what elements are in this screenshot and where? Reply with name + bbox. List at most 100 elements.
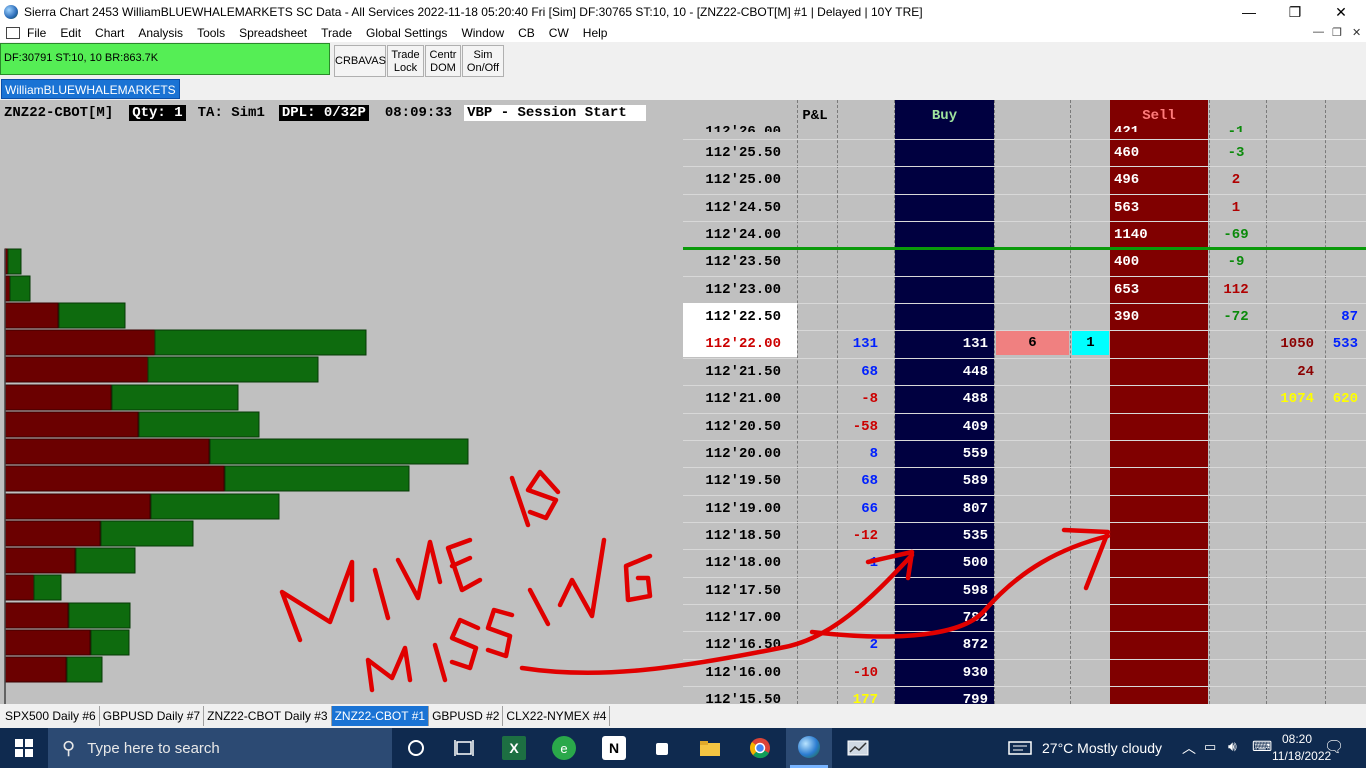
tray-chevron-icon[interactable]: ︿: [1182, 738, 1196, 758]
price-level[interactable]: 112'22.00: [683, 330, 797, 357]
buy-volume: 131: [962, 335, 988, 352]
sierra-chart-task-active[interactable]: [786, 728, 832, 768]
pnl-column-header: P&L: [802, 108, 828, 124]
mdi-minimize-button[interactable]: —: [1313, 26, 1324, 38]
price-level[interactable]: 112'16.00: [683, 659, 797, 686]
title-bar: Sierra Chart 2453 WilliamBLUEWHALEMARKET…: [0, 0, 1366, 24]
restore-button[interactable]: ❐: [1272, 0, 1318, 24]
menu-global-settings[interactable]: Global Settings: [359, 26, 454, 40]
price-level[interactable]: 112'18.00: [683, 549, 797, 576]
price-level[interactable]: 112'20.00: [683, 440, 797, 467]
price-level[interactable]: 112'19.00: [683, 495, 797, 522]
menu-help[interactable]: Help: [576, 26, 615, 40]
order-quantity-cell[interactable]: 1: [1072, 331, 1109, 355]
minimize-button[interactable]: —: [1226, 0, 1272, 24]
column-divider: [1209, 100, 1210, 704]
account-tab[interactable]: WilliamBLUEWHALEMARKETS: [1, 79, 180, 99]
chart-tab-znz22-daily[interactable]: ZNZ22-CBOT Daily #3: [204, 706, 332, 726]
volume-icon[interactable]: 🔊︎: [1228, 738, 1237, 755]
chart-tab-gbpusd-daily[interactable]: GBPUSD Daily #7: [100, 706, 205, 726]
menu-edit[interactable]: Edit: [53, 26, 88, 40]
price-level[interactable]: 112'25.50: [683, 139, 797, 166]
clock-date[interactable]: 11/18/2022: [1272, 749, 1331, 763]
column-divider: [994, 100, 995, 704]
price-level-partial[interactable]: 112'26.00: [683, 114, 797, 132]
evernote-icon[interactable]: e: [552, 736, 576, 760]
taskbar-search-box[interactable]: ⚲ Type here to search: [48, 728, 392, 768]
price-level[interactable]: 112'16.50: [683, 631, 797, 658]
menu-file[interactable]: File: [20, 26, 53, 40]
sim-line2: On/Off: [466, 62, 500, 74]
close-button[interactable]: ✕: [1318, 0, 1364, 24]
menu-cb[interactable]: CB: [511, 26, 542, 40]
buy-column-header[interactable]: Buy: [895, 102, 994, 130]
language-icon[interactable]: ⌨︎: [1252, 738, 1272, 755]
price-level[interactable]: 112'21.50: [683, 358, 797, 385]
price-level[interactable]: 112'23.00: [683, 276, 797, 303]
battery-icon[interactable]: ▭: [1204, 739, 1216, 755]
price-level[interactable]: 112'19.50: [683, 467, 797, 494]
quantity-label[interactable]: Qty: 1: [129, 105, 186, 121]
menu-tools[interactable]: Tools: [190, 26, 232, 40]
cortana-icon[interactable]: [404, 736, 428, 760]
buy-volume: 535: [962, 527, 988, 544]
vbp-buy-bar: [154, 329, 367, 356]
crbavas-button[interactable]: CRBAVAS: [334, 45, 386, 77]
volume-difference: 1: [1231, 199, 1241, 216]
price-level[interactable]: 112'21.00: [683, 385, 797, 412]
mdi-close-button[interactable]: ✕: [1352, 26, 1361, 39]
vbp-sell-bar: [4, 302, 59, 329]
price-level[interactable]: 112'18.50: [683, 522, 797, 549]
chrome-icon[interactable]: [748, 736, 772, 760]
system-menu-icon[interactable]: [6, 27, 20, 39]
price-level[interactable]: 112'15.50: [683, 686, 797, 705]
clock-time[interactable]: 08:20: [1282, 732, 1312, 746]
buy-volume: 782: [962, 609, 988, 626]
menu-window[interactable]: Window: [454, 26, 511, 40]
notifications-icon[interactable]: 🗨︎: [1324, 737, 1344, 757]
vbp-sell-bar: [4, 520, 101, 547]
working-order-cell[interactable]: 6: [996, 331, 1069, 355]
pnl-value: 2: [869, 636, 878, 653]
notion-icon[interactable]: N: [602, 736, 626, 760]
weather-text[interactable]: 27°C Mostly cloudy: [1042, 740, 1162, 756]
trade-lock-button[interactable]: Trade Lock: [387, 45, 424, 77]
menu-trade[interactable]: Trade: [314, 26, 359, 40]
mdi-restore-button[interactable]: ❐: [1332, 26, 1342, 39]
recent-sell-volume: 1050: [1280, 335, 1314, 352]
price-level[interactable]: 112'25.00: [683, 166, 797, 193]
price-level[interactable]: 112'22.50: [683, 303, 797, 330]
pnl-value: 68: [861, 472, 878, 489]
sim-toggle-button[interactable]: Sim On/Off: [462, 45, 504, 77]
app-icon[interactable]: [650, 736, 674, 760]
menu-cw[interactable]: CW: [542, 26, 576, 40]
buy-volume: 488: [962, 390, 988, 407]
chart-tab-spx500-daily[interactable]: SPX500 Daily #6: [2, 706, 100, 726]
menu-spreadsheet[interactable]: Spreadsheet: [232, 26, 314, 40]
menu-analysis[interactable]: Analysis: [131, 26, 190, 40]
price-level[interactable]: 112'24.00: [683, 221, 797, 248]
price-level[interactable]: 112'23.50: [683, 248, 797, 275]
sell-volume-text: 421: [1114, 124, 1140, 132]
windows-start-icon[interactable]: [12, 736, 36, 760]
vbp-buy-bar: [100, 520, 194, 547]
recent-volume: 620: [1332, 390, 1358, 407]
center-dom-button[interactable]: Centr DOM: [425, 45, 461, 77]
chart-tab-clx22-nymex[interactable]: CLX22-NYMEX #4: [503, 706, 611, 726]
chart-tab-gbpusd[interactable]: GBPUSD #2: [429, 706, 504, 726]
column-divider: [894, 100, 895, 704]
file-explorer-icon[interactable]: [698, 736, 722, 760]
excel-icon[interactable]: X: [502, 736, 526, 760]
price-level[interactable]: 112'20.50: [683, 413, 797, 440]
menu-chart[interactable]: Chart: [88, 26, 131, 40]
chart-tab-znz22-active[interactable]: ZNZ22-CBOT #1: [331, 706, 430, 726]
network-app-icon[interactable]: [846, 736, 870, 760]
recent-volume: 87: [1341, 308, 1358, 325]
price-level[interactable]: 112'24.50: [683, 194, 797, 221]
pnl-value: -12: [852, 527, 878, 544]
price-level[interactable]: 112'17.00: [683, 604, 797, 631]
task-view-icon[interactable]: [452, 736, 476, 760]
chart-dom-area[interactable]: ZNZ22-CBOT[M] Qty: 1 TA: Sim1 DPL: 0/32P…: [0, 100, 1366, 704]
pnl-value: 1: [869, 554, 878, 571]
price-level[interactable]: 112'17.50: [683, 577, 797, 604]
